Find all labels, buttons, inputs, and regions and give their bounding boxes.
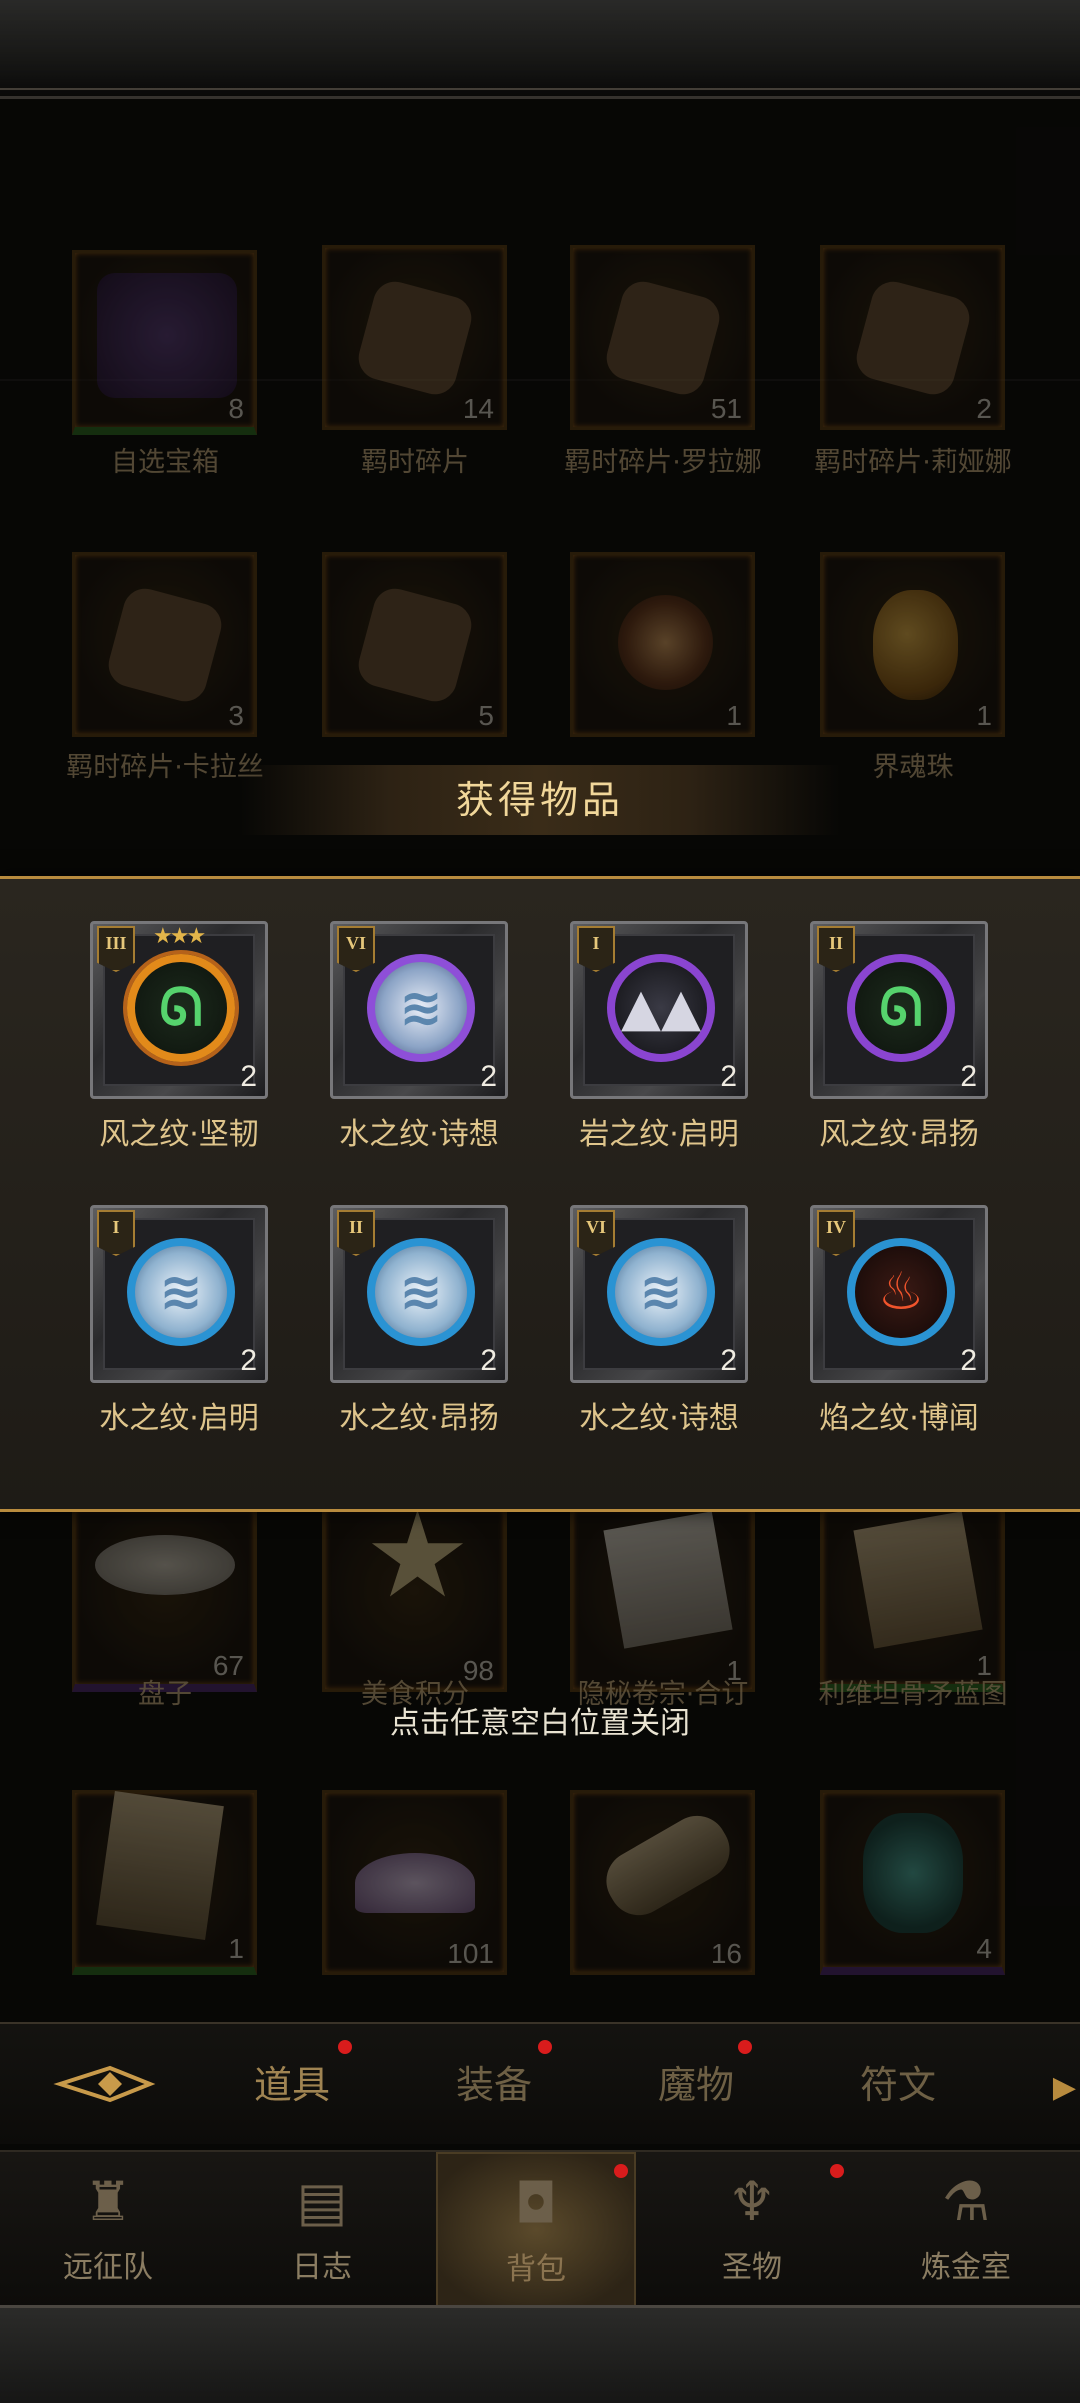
tier-badge: II — [817, 926, 855, 972]
tier-badge: III — [97, 926, 135, 972]
star-rating: ★★★ — [153, 924, 206, 949]
tier-badge: VI — [577, 1210, 615, 1256]
nav-label: 圣物 — [722, 2250, 782, 2285]
reward-item[interactable]: ♨ IV 2 — [810, 1205, 988, 1383]
nav-label: 背包 — [506, 2252, 566, 2287]
wind-rune-icon: ᘏ — [127, 954, 235, 1062]
reward-title-banner: 获得物品 — [240, 765, 840, 835]
notification-dot — [614, 2164, 628, 2178]
notification-dot — [338, 2040, 352, 2054]
reward-title: 获得物品 — [455, 778, 624, 822]
reward-name: 水之纹·昂扬 — [339, 1401, 499, 1436]
reward-panel: ᘏ III ★★★ 2 风之纹·坚韧 ≋ VI 2 水之纹·诗想 ▲▲ I 2 … — [0, 876, 1080, 1512]
reward-name: 水之纹·诗想 — [579, 1401, 739, 1436]
bottom-nav: ♜ 远征队 ▤ 日志 ◘ 背包 ♆ 圣物 ⚗ 炼金室 — [0, 2150, 1080, 2307]
tier-badge: IV — [817, 1210, 855, 1256]
water-rune-icon: ≋ — [367, 1238, 475, 1346]
reward-item[interactable]: ≋ I 2 — [90, 1205, 268, 1383]
backpack-icon: ◘ — [514, 2172, 558, 2235]
reward-count: 2 — [720, 1344, 737, 1377]
water-rune-icon: ≋ — [367, 954, 475, 1062]
fire-rune-icon: ♨ — [847, 1238, 955, 1346]
nav-label: 日志 — [292, 2250, 352, 2285]
reward-count: 2 — [720, 1060, 737, 1093]
reward-count: 2 — [960, 1060, 977, 1093]
chevron-right-icon[interactable]: ▶ — [1053, 2070, 1076, 2105]
chalice-icon: ♆ — [727, 2170, 777, 2233]
tier-badge: VI — [337, 926, 375, 972]
notification-dot — [830, 2164, 844, 2178]
nav-expedition[interactable]: ♜ 远征队 — [8, 2152, 208, 2307]
tab-items[interactable]: 道具 — [212, 2054, 372, 2109]
rock-rune-icon: ▲▲ — [607, 954, 715, 1062]
reward-name: 水之纹·启明 — [99, 1401, 259, 1436]
category-tabs: 道具 装备 魔物 符文 ▶ — [0, 2022, 1080, 2144]
reward-name: 岩之纹·启明 — [579, 1117, 739, 1152]
reward-item[interactable]: ᘏ II 2 — [810, 921, 988, 1099]
reward-name: 焰之纹·博闻 — [819, 1401, 979, 1436]
nav-relics[interactable]: ♆ 圣物 — [652, 2152, 852, 2307]
bottom-frame — [0, 2305, 1080, 2403]
nav-label: 远征队 — [63, 2250, 153, 2285]
alchemy-icon: ⚗ — [941, 2170, 991, 2233]
nav-alchemy[interactable]: ⚗ 炼金室 — [866, 2152, 1066, 2307]
reward-name: 水之纹·诗想 — [339, 1117, 499, 1152]
tab-runes[interactable]: 符文 — [818, 2054, 978, 2109]
reward-count: 2 — [960, 1344, 977, 1377]
notification-dot — [738, 2040, 752, 2054]
reward-count: 2 — [480, 1344, 497, 1377]
tab-monsters[interactable]: 魔物 — [616, 2054, 776, 2109]
nav-label: 炼金室 — [921, 2250, 1011, 2285]
close-hint: 点击任意空白位置关闭 — [390, 1706, 690, 1741]
reward-item[interactable]: ≋ VI 2 — [330, 921, 508, 1099]
reward-item[interactable]: ≋ VI 2 — [570, 1205, 748, 1383]
reward-name: 风之纹·坚韧 — [99, 1117, 259, 1152]
reward-count: 2 — [240, 1060, 257, 1093]
nav-backpack[interactable]: ◘ 背包 — [436, 2152, 636, 2307]
tier-badge: II — [337, 1210, 375, 1256]
water-rune-icon: ≋ — [127, 1238, 235, 1346]
nav-journal[interactable]: ▤ 日志 — [222, 2152, 422, 2307]
notification-dot — [538, 2040, 552, 2054]
reward-item[interactable]: ▲▲ I 2 — [570, 921, 748, 1099]
reward-item[interactable]: ᘏ III ★★★ 2 — [90, 921, 268, 1099]
back-arrow-icon[interactable] — [40, 2046, 170, 2122]
tier-badge: I — [97, 1210, 135, 1256]
reward-item[interactable]: ≋ II 2 — [330, 1205, 508, 1383]
helmet-icon: ♜ — [83, 2170, 133, 2233]
water-rune-icon: ≋ — [607, 1238, 715, 1346]
tier-badge: I — [577, 926, 615, 972]
reward-name: 风之纹·昂扬 — [819, 1117, 979, 1152]
reward-count: 2 — [240, 1344, 257, 1377]
wind-rune-icon: ᘏ — [847, 954, 955, 1062]
reward-count: 2 — [480, 1060, 497, 1093]
tab-equipment[interactable]: 装备 — [414, 2054, 574, 2109]
scroll-icon: ▤ — [296, 2170, 348, 2233]
